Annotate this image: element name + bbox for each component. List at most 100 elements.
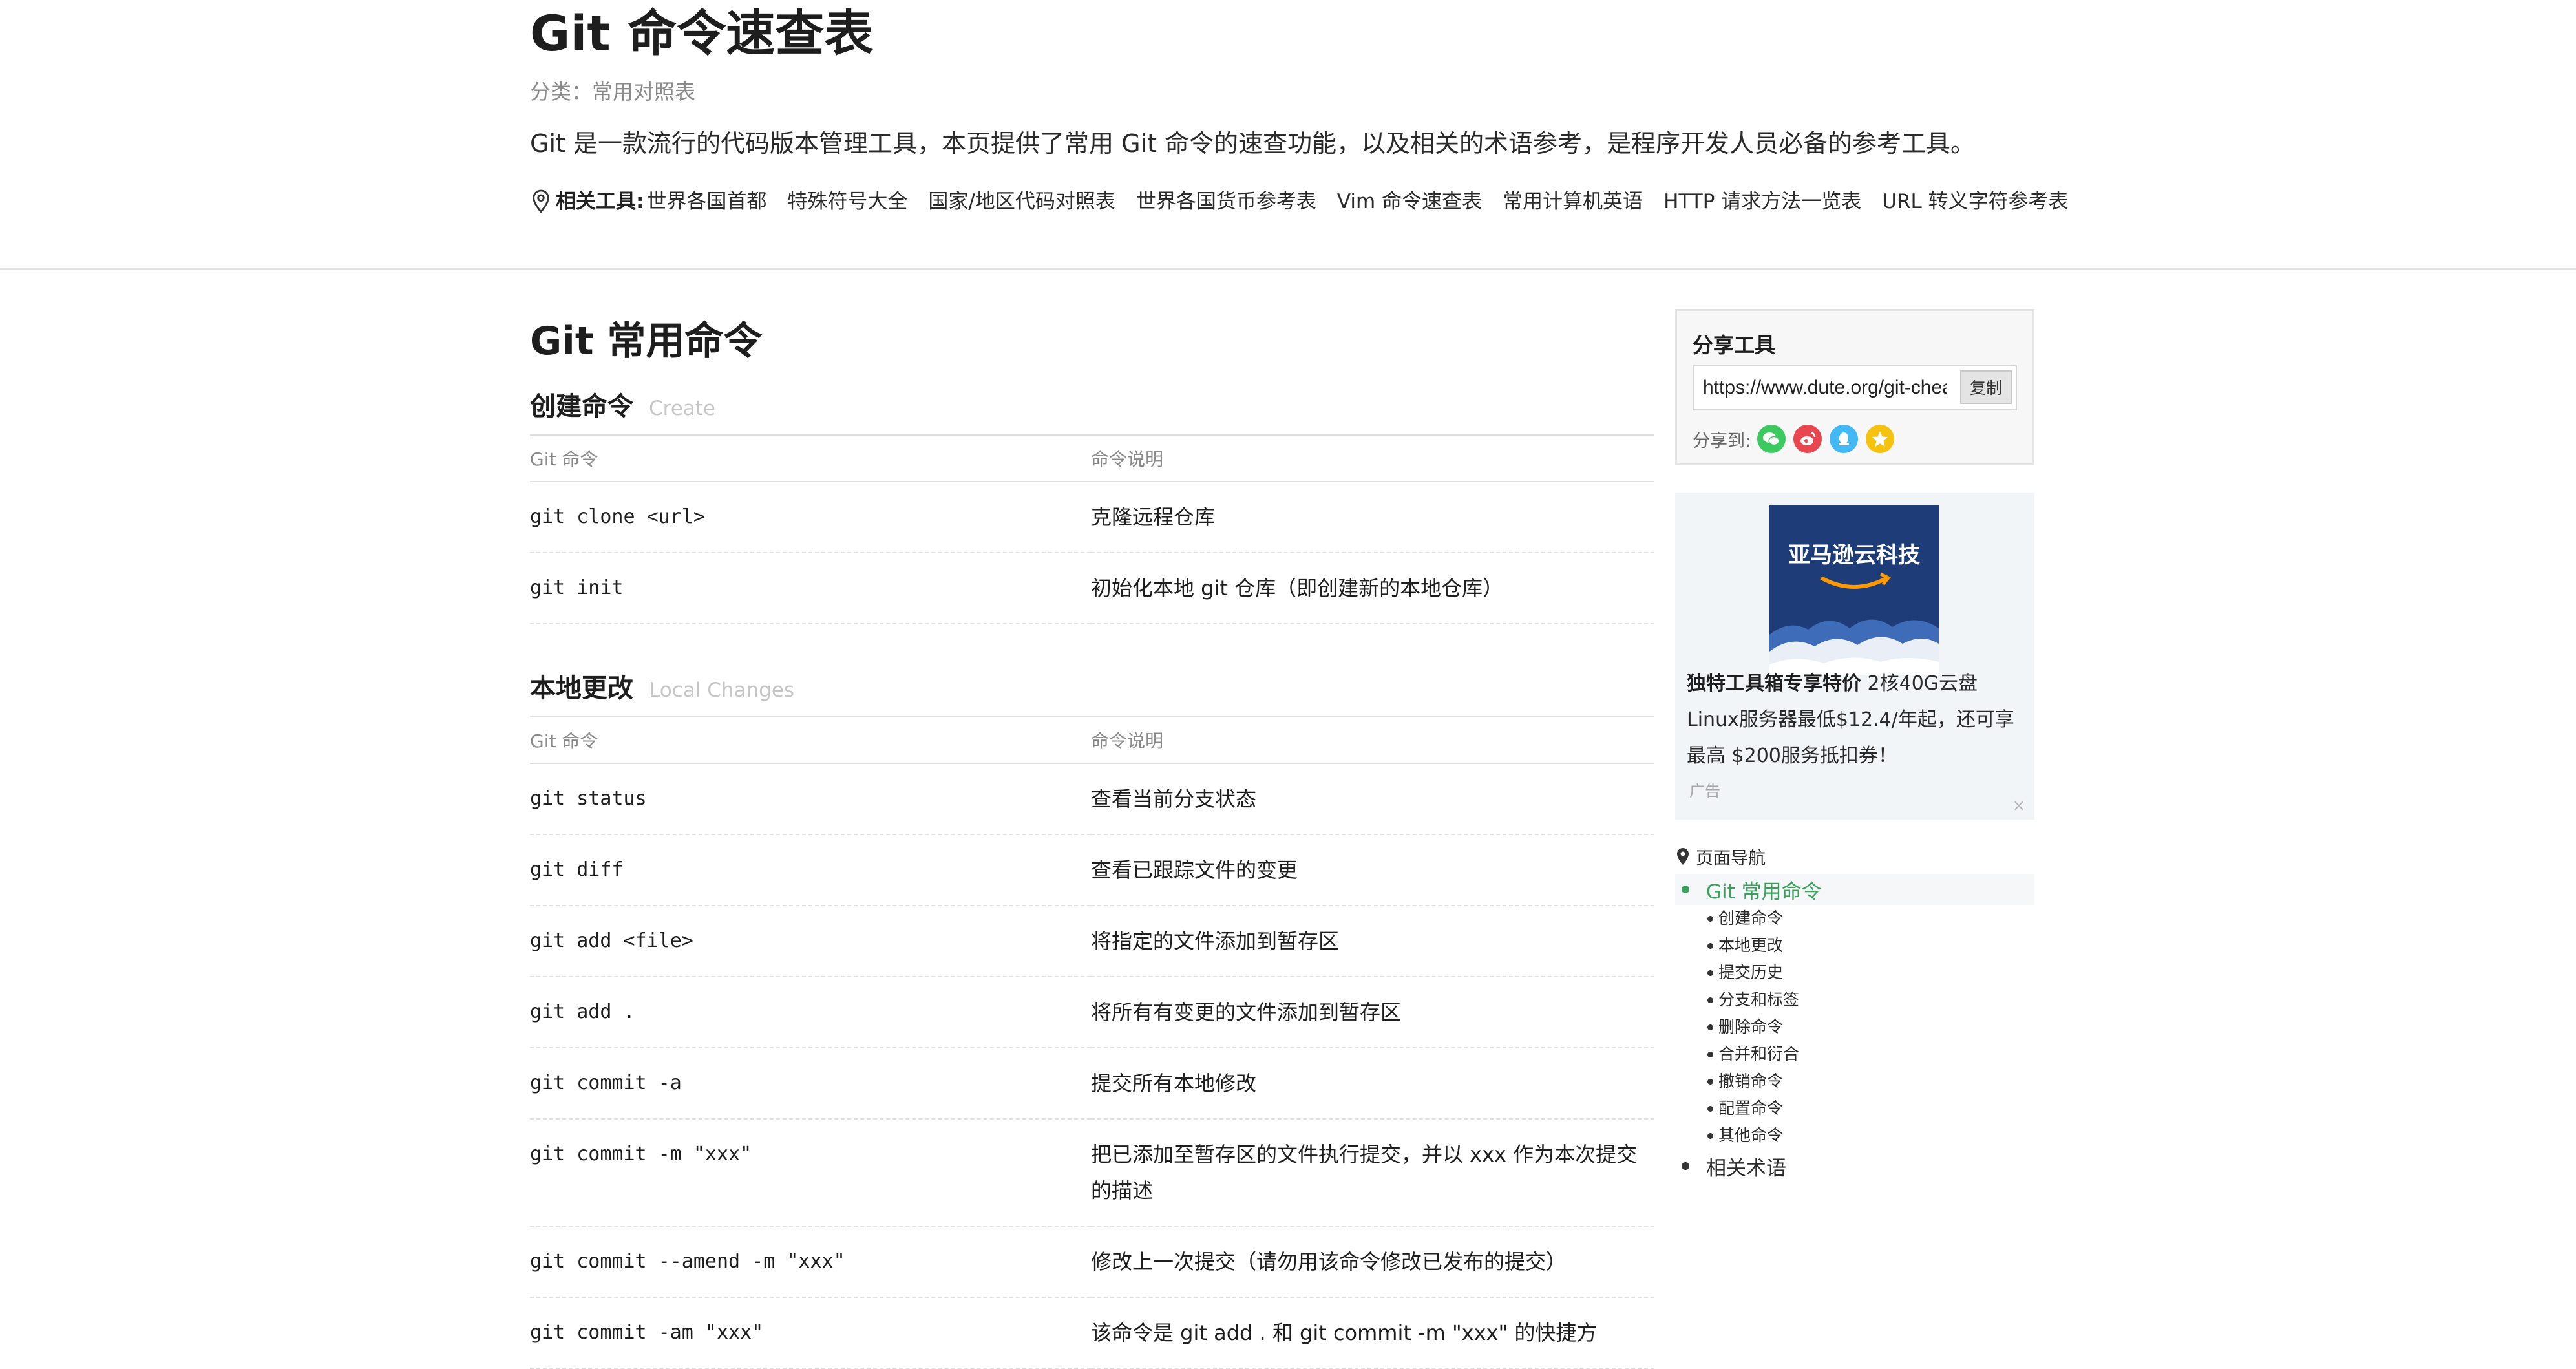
toc-title: 页面导航	[1696, 848, 1766, 869]
toc-subitem-undo[interactable]: 撤销命令	[1675, 1068, 2034, 1095]
related-tools: 相关工具: 世界各国首都 特殊符号大全 国家/地区代码对照表 世界各国货币参考表…	[530, 184, 2089, 220]
bullet-dot	[1682, 886, 1689, 893]
column-header-description: 命令说明	[1091, 435, 1654, 482]
command-cell: git add .	[530, 977, 1091, 1048]
command-table: Git 命令 命令说明 git clone <url> 克隆远程仓库 git i…	[530, 434, 1654, 624]
toc-subitem-config[interactable]: 配置命令	[1675, 1095, 2034, 1122]
subsection-create: 创建命令 Create Git 命令 命令说明 git clone <url> …	[530, 379, 1654, 624]
table-row: git init 初始化本地 git 仓库（即创建新的本地仓库）	[530, 553, 1654, 624]
related-link-symbols[interactable]: 特殊符号大全	[787, 184, 907, 220]
ad-headline: 独特工具箱专享特价	[1687, 672, 1861, 695]
description-cell: 查看已跟踪文件的变更	[1091, 834, 1654, 906]
table-row: git commit -a 提交所有本地修改	[530, 1048, 1654, 1120]
related-tools-label: 相关工具:	[556, 190, 644, 213]
description-cell: 查看当前分支状态	[1091, 763, 1654, 835]
command-cell: git commit --amend -m "xxx"	[530, 1226, 1091, 1298]
toc-subitem-create[interactable]: 创建命令	[1675, 905, 2034, 932]
subsection-title: 本地更改	[530, 674, 633, 703]
category-label: 分类：常用对照表	[530, 80, 696, 104]
table-row: git clone <url> 克隆远程仓库	[530, 482, 1654, 553]
command-cell: git init	[530, 553, 1091, 624]
toc-subitem-commit-history[interactable]: 提交历史	[1675, 959, 2034, 986]
toc-subitem-other[interactable]: 其他命令	[1675, 1122, 2034, 1149]
command-cell: git commit -am "xxx"	[530, 1297, 1091, 1369]
page-navigation: 页面导航 Git 常用命令 创建命令 本地更改 提交历史 分支和标签 删除命令 …	[1675, 842, 2034, 1183]
share-url-input[interactable]	[1703, 366, 1947, 409]
description-cell: 修改上一次提交（请勿用该命令修改已发布的提交）	[1091, 1226, 1654, 1298]
ad-label: 广告	[1689, 782, 1720, 800]
copy-button[interactable]: 复制	[1960, 370, 2012, 404]
qzone-icon[interactable]	[1866, 425, 1895, 453]
table-row: git commit -m "xxx" 把已添加至暂存区的文件执行提交，并以 x…	[530, 1119, 1654, 1227]
table-row: git diff 查看已跟踪文件的变更	[530, 834, 1654, 906]
bullet-dot	[1707, 997, 1713, 1003]
description-cell: 初始化本地 git 仓库（即创建新的本地仓库）	[1091, 553, 1654, 624]
page-header: Git 命令速查表 分类：常用对照表 Git 是一款流行的代码版本管理工具，本页…	[0, 0, 2576, 270]
toc-subitem-merge-rebase[interactable]: 合并和衍合	[1675, 1041, 2034, 1068]
share-targets: 分享到:	[1693, 422, 1902, 456]
toc-header: 页面导航	[1675, 842, 2034, 871]
command-cell: git commit -a	[530, 1048, 1091, 1120]
related-link-url-escape[interactable]: URL 转义字符参考表	[1882, 184, 2068, 220]
toc-subitem-delete[interactable]: 删除命令	[1675, 1013, 2034, 1041]
command-table: Git 命令 命令说明 git status 查看当前分支状态 git diff…	[530, 716, 1654, 1369]
weibo-icon[interactable]	[1793, 425, 1822, 453]
description-cell: 克隆远程仓库	[1091, 482, 1654, 553]
column-header-description: 命令说明	[1091, 717, 1654, 764]
related-link-vim[interactable]: Vim 命令速查表	[1337, 184, 1482, 220]
bullet-dot	[1707, 1105, 1713, 1112]
toc-subitem-label: 本地更改	[1718, 936, 1784, 955]
bullet-dot	[1707, 1051, 1713, 1057]
subsection-title-en: Local Changes	[649, 679, 795, 702]
toc-subitem-label: 分支和标签	[1718, 990, 1800, 1009]
toc-subitem-label: 配置命令	[1718, 1099, 1784, 1118]
command-cell: git add <file>	[530, 906, 1091, 977]
related-link-http-methods[interactable]: HTTP 请求方法一览表	[1663, 184, 1861, 220]
share-to-label: 分享到:	[1693, 430, 1751, 451]
location-pin-icon	[1677, 848, 1689, 865]
toc-item-glossary[interactable]: 相关术语	[1675, 1149, 2034, 1183]
related-link-computer-english[interactable]: 常用计算机英语	[1503, 184, 1643, 220]
ad-close-icon[interactable]: ×	[2012, 798, 2025, 813]
ad-banner-image[interactable]: 亚马逊云科技	[1769, 505, 1939, 675]
description-cell: 将所有有变更的文件添加到暂存区	[1091, 977, 1654, 1048]
bullet-dot	[1707, 1132, 1713, 1139]
ad-panel[interactable]: 亚马逊云科技 独特工具箱专享特价 2核40G云盘Linux服务器最低$12.4/…	[1675, 493, 2034, 820]
ad-banner-text: 亚马逊云科技	[1788, 542, 1920, 568]
bullet-dot	[1707, 915, 1713, 922]
table-row: git commit -am "xxx" 该命令是 git add . 和 gi…	[530, 1297, 1654, 1369]
related-link-currencies[interactable]: 世界各国货币参考表	[1136, 184, 1316, 220]
description-cell: 将指定的文件添加到暂存区	[1091, 906, 1654, 977]
location-pin-icon	[533, 189, 549, 213]
subsection-local-changes: 本地更改 Local Changes Git 命令 命令说明 git statu…	[530, 661, 1654, 1369]
toc-subitem-local-changes[interactable]: 本地更改	[1675, 932, 2034, 959]
bullet-dot	[1707, 970, 1713, 976]
related-link-country-codes[interactable]: 国家/地区代码对照表	[928, 184, 1115, 220]
table-row: git commit --amend -m "xxx" 修改上一次提交（请勿用该…	[530, 1226, 1654, 1298]
bullet-dot	[1707, 1024, 1713, 1030]
qq-icon[interactable]	[1830, 425, 1859, 453]
command-cell: git clone <url>	[530, 482, 1091, 553]
share-url-field: 复制	[1693, 365, 2017, 410]
table-row: git status 查看当前分支状态	[530, 763, 1654, 835]
toc-item-git-commands[interactable]: Git 常用命令	[1675, 874, 2034, 905]
toc-item-label: 相关术语	[1706, 1156, 1786, 1180]
toc-subitem-branches-tags[interactable]: 分支和标签	[1675, 986, 2034, 1013]
description-cell: 该命令是 git add . 和 git commit -m "xxx" 的快捷…	[1091, 1297, 1654, 1369]
section-title: Git 常用命令	[530, 319, 763, 364]
table-row: git add . 将所有有变更的文件添加到暂存区	[530, 977, 1654, 1048]
bullet-dot	[1707, 1078, 1713, 1085]
description-cell: 提交所有本地修改	[1091, 1048, 1654, 1120]
column-header-command: Git 命令	[530, 717, 1091, 764]
share-title: 分享工具	[1693, 333, 1776, 357]
toc-subitem-label: 其他命令	[1718, 1126, 1784, 1145]
ad-text[interactable]: 独特工具箱专享特价 2核40G云盘Linux服务器最低$12.4/年起，还可享最…	[1687, 666, 2029, 774]
toc-subitem-label: 创建命令	[1718, 909, 1784, 928]
wechat-icon[interactable]	[1757, 425, 1786, 453]
table-row: git add <file> 将指定的文件添加到暂存区	[530, 906, 1654, 977]
related-link-capitals[interactable]: 世界各国首都	[646, 184, 766, 220]
command-cell: git status	[530, 763, 1091, 835]
page-intro: Git 是一款流行的代码版本管理工具，本页提供了常用 Git 命令的速查功能，以…	[530, 129, 1976, 158]
column-header-command: Git 命令	[530, 435, 1091, 482]
page-title: Git 命令速查表	[530, 5, 874, 62]
